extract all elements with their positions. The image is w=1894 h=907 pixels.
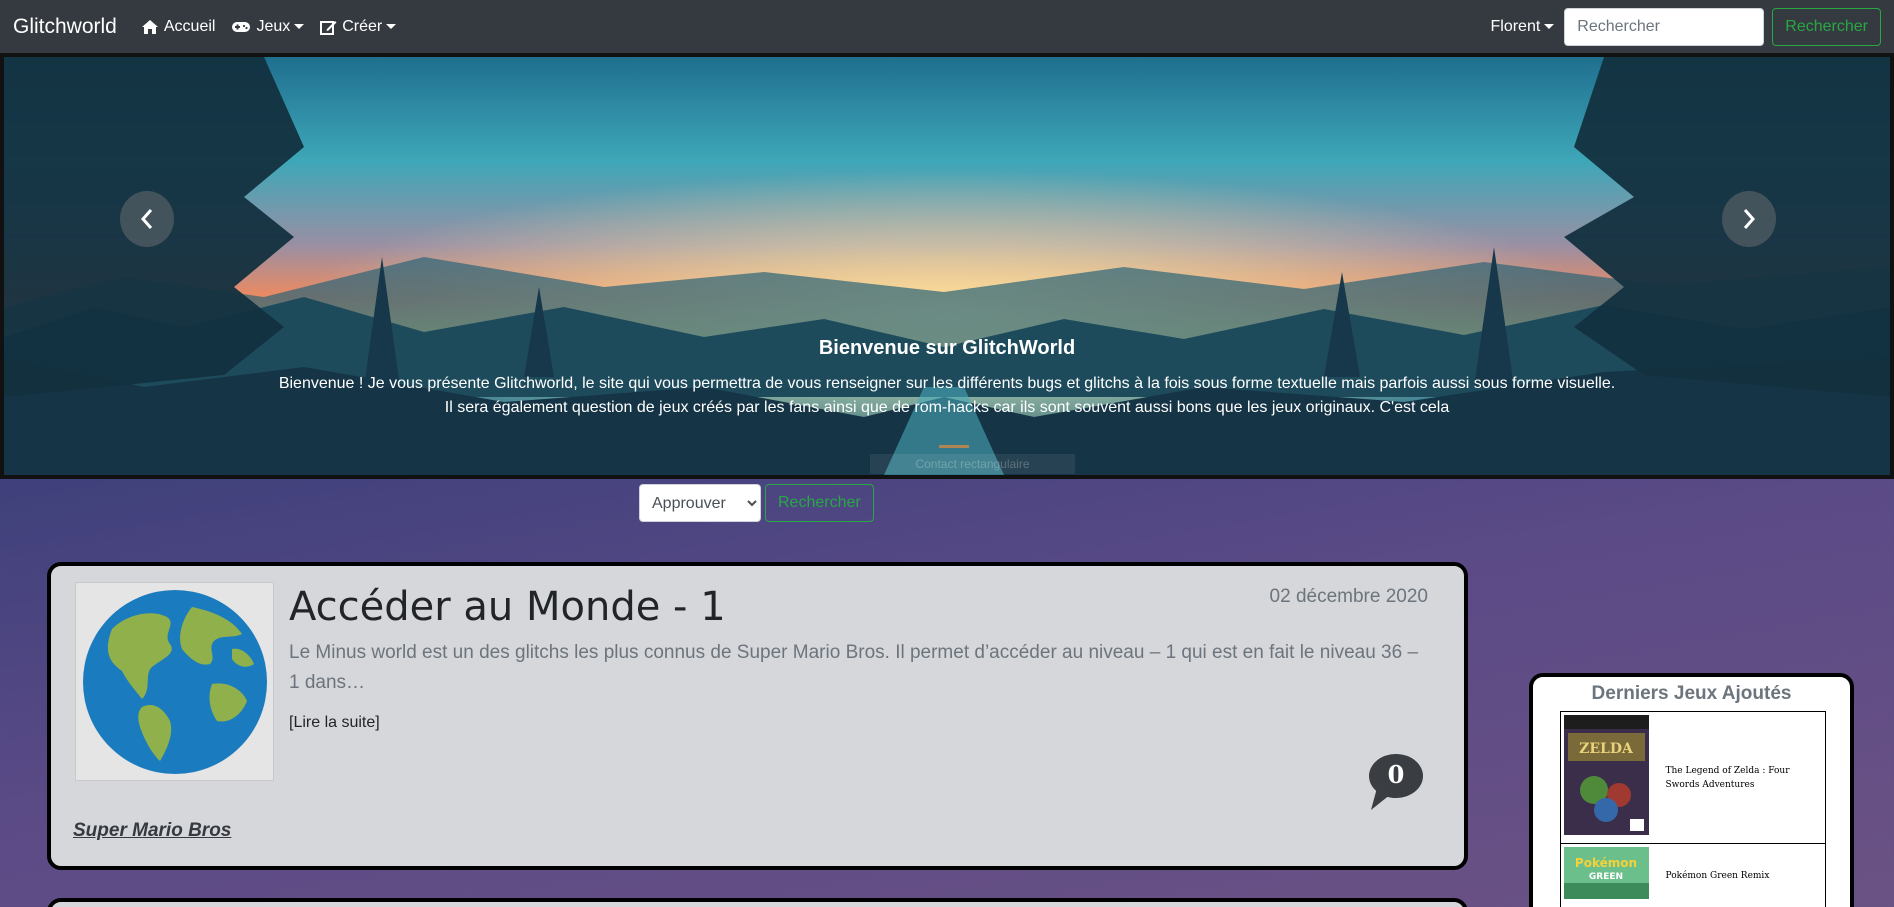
search-button[interactable]: Rechercher bbox=[1772, 7, 1881, 46]
carousel-text-line1: Bienvenue ! Je vous présente Glitchworld… bbox=[278, 375, 1616, 392]
carousel-indicator[interactable] bbox=[939, 445, 969, 448]
globe-icon bbox=[82, 589, 267, 774]
filter-search-button[interactable]: Rechercher bbox=[765, 484, 874, 522]
game-row[interactable]: Pokémon GREEN Pokémon Green Remix bbox=[1560, 843, 1826, 907]
gamepad-icon bbox=[232, 21, 251, 32]
game-cover-image[interactable]: ZELDA bbox=[1564, 715, 1649, 835]
nav-accueil[interactable]: Accueil bbox=[141, 17, 216, 36]
chevron-left-icon bbox=[140, 209, 153, 229]
carousel-prev-button[interactable] bbox=[120, 191, 174, 247]
navbar: Glitchworld Accueil Jeux Créer Florent R… bbox=[0, 0, 1894, 53]
chevron-down-icon bbox=[386, 24, 397, 29]
article-card: Accéder au Monde - 1 02 décembre 2020 Le… bbox=[47, 562, 1468, 870]
status-select[interactable]: Approuver bbox=[639, 484, 761, 522]
latest-games-panel: Derniers Jeux Ajoutés ZELDA The Legend o… bbox=[1529, 673, 1854, 907]
article-title[interactable]: Accéder au Monde - 1 bbox=[289, 584, 726, 630]
game-link[interactable]: Super Mario Bros bbox=[73, 820, 231, 842]
carousel-caption: Bienvenue sur GlitchWorld Bienvenue ! Je… bbox=[4, 337, 1890, 420]
carousel-faded-button: Contact rectangulaire bbox=[870, 454, 1075, 474]
svg-text:Pokémon: Pokémon bbox=[1575, 856, 1637, 870]
chevron-down-icon bbox=[1544, 24, 1555, 29]
user-menu[interactable]: Florent bbox=[1491, 18, 1555, 36]
nav-creer-label: Créer bbox=[342, 17, 383, 35]
game-name[interactable]: The Legend of Zelda : Four Swords Advent… bbox=[1665, 711, 1826, 844]
latest-games-table: ZELDA The Legend of Zelda : Four Swords … bbox=[1560, 711, 1826, 907]
nav-jeux[interactable]: Jeux bbox=[231, 17, 305, 36]
carousel-text-line2: Il sera également question de jeux créés… bbox=[444, 399, 1450, 416]
latest-games-title: Derniers Jeux Ajoutés bbox=[1591, 683, 1792, 704]
search-input[interactable] bbox=[1564, 7, 1765, 46]
brand-link[interactable]: Glitchworld bbox=[13, 15, 117, 39]
nav-creer[interactable]: Créer bbox=[320, 17, 397, 36]
user-name: Florent bbox=[1490, 17, 1541, 35]
article-thumbnail[interactable] bbox=[75, 582, 274, 781]
game-cover-cell: Pokémon GREEN bbox=[1560, 843, 1666, 907]
article-card-next bbox=[47, 898, 1468, 907]
home-icon bbox=[141, 19, 158, 34]
carousel-next-button[interactable] bbox=[1722, 191, 1776, 247]
game-name[interactable]: Pokémon Green Remix bbox=[1665, 843, 1826, 907]
chevron-right-icon bbox=[1743, 209, 1756, 229]
game-row[interactable]: ZELDA The Legend of Zelda : Four Swords … bbox=[1560, 711, 1826, 844]
game-cover-cell: ZELDA bbox=[1560, 711, 1666, 844]
comment-count: 0 bbox=[1387, 760, 1405, 789]
read-more-link[interactable]: [Lire la suite] bbox=[289, 714, 380, 732]
carousel: Bienvenue sur GlitchWorld Bienvenue ! Je… bbox=[0, 53, 1894, 479]
chevron-down-icon bbox=[294, 24, 305, 29]
filter-bar: Approuver Rechercher bbox=[639, 484, 874, 522]
nav-jeux-label: Jeux bbox=[256, 17, 291, 35]
article-date: 02 décembre 2020 bbox=[1269, 586, 1428, 607]
edit-icon bbox=[320, 20, 337, 35]
carousel-title: Bienvenue sur GlitchWorld bbox=[818, 337, 1076, 359]
svg-text:GREEN: GREEN bbox=[1589, 872, 1623, 882]
svg-text:ZELDA: ZELDA bbox=[1579, 741, 1634, 757]
article-excerpt: Le Minus world est un des glitchs les pl… bbox=[289, 642, 1419, 693]
game-cover-image[interactable]: Pokémon GREEN bbox=[1564, 847, 1649, 899]
nav-right: Florent Rechercher bbox=[1491, 7, 1881, 46]
nav-accueil-label: Accueil bbox=[163, 17, 216, 35]
comment-count-button[interactable]: 0 bbox=[1369, 754, 1425, 812]
